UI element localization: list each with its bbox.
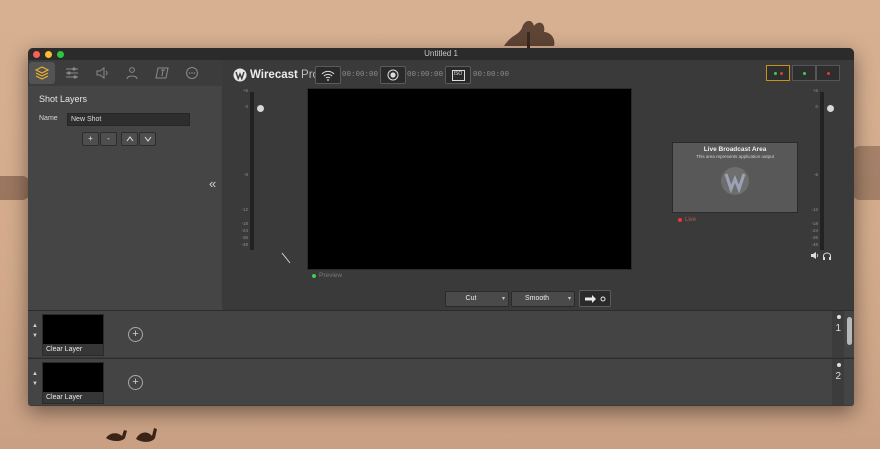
arrow-right-icon: [584, 294, 596, 303]
main-area: Wirecast Pro 00:00:00 00:00:00 ISO 00:00…: [222, 60, 854, 310]
transition-smooth-select[interactable]: Smooth ▾: [511, 291, 575, 307]
layer-shot-label: Clear Layer: [43, 392, 103, 403]
wirecast-logo-icon: [721, 167, 749, 195]
go-transition-button[interactable]: [579, 290, 611, 307]
live-broadcast-area[interactable]: Live Broadcast Area This area represents…: [672, 142, 798, 213]
ducks-silhouette: [106, 428, 157, 442]
view-dual-button[interactable]: [766, 65, 790, 81]
shoreline-right: [852, 146, 880, 200]
headphones-icon[interactable]: [822, 251, 832, 261]
more-icon: [186, 67, 198, 79]
iso-icon: ISO: [451, 69, 465, 81]
meter-track: [250, 92, 254, 250]
person-icon: [126, 67, 138, 80]
layer-row-2: ▲ ▼ Clear Layer + 2: [28, 358, 854, 405]
layer-shot-thumbnail[interactable]: Clear Layer: [42, 314, 104, 356]
layer-visibility-dot[interactable]: [837, 315, 841, 319]
stream-timer: 00:00:00: [342, 71, 379, 79]
record-button[interactable]: [380, 66, 406, 84]
iso-record-button[interactable]: ISO: [445, 66, 471, 84]
layer-visibility-dot[interactable]: [837, 363, 841, 367]
green-dot-icon: [802, 71, 806, 75]
name-label: Name: [39, 115, 58, 122]
wirecast-logo-icon: [233, 68, 247, 82]
tab-text[interactable]: [149, 62, 175, 84]
tab-audio[interactable]: [89, 62, 115, 84]
chevron-down-icon: [144, 136, 151, 142]
volume-knob[interactable]: [257, 105, 264, 112]
audio-meter-left: +6 0 -6 -12 -18 -24 -36 -48: [238, 88, 264, 256]
live-broadcast-title: Live Broadcast Area: [703, 146, 767, 153]
add-shot-to-layer-button[interactable]: +: [128, 375, 143, 390]
text-icon: [155, 67, 169, 79]
shot-name-input[interactable]: [67, 113, 190, 126]
panel-tabs: [28, 60, 222, 86]
meter-track: [820, 92, 824, 250]
layer-row-1: ▲ ▼ Clear Layer + 1: [28, 310, 854, 357]
tree-silhouette: [504, 20, 555, 50]
move-down-button[interactable]: [139, 132, 156, 146]
layer-reorder-arrows[interactable]: ▲ ▼: [31, 369, 39, 389]
sliders-icon: [66, 67, 78, 79]
preview-label: Preview: [312, 272, 342, 279]
app-name: Wirecast Pro: [250, 69, 319, 81]
tab-shot-layers[interactable]: [29, 62, 55, 84]
live-broadcast-subtitle: This area represents application output: [696, 154, 774, 159]
scrollbar-thumb[interactable]: [847, 317, 852, 345]
transition-cut-select[interactable]: Cut ▾: [445, 291, 509, 307]
speaker-icon[interactable]: [810, 251, 819, 260]
volume-knob[interactable]: [827, 105, 834, 112]
layer-shot-label: Clear Layer: [43, 344, 103, 355]
layer-number: 1: [835, 323, 841, 334]
live-label: Live: [678, 217, 696, 223]
layer-reorder-arrows[interactable]: ▲ ▼: [31, 321, 39, 341]
preview-monitor[interactable]: [307, 88, 632, 270]
red-dot-icon: [826, 71, 830, 75]
app-window: Untitled 1 Shot Layers Name New Shot + -…: [28, 48, 854, 406]
green-dot-icon: [773, 71, 777, 75]
red-dot-icon: [779, 71, 783, 75]
move-up-button[interactable]: [121, 132, 138, 146]
left-panel: Shot Layers Name + - «: [28, 60, 222, 310]
small-circle-icon: [600, 296, 605, 301]
broadcast-icon: [321, 70, 335, 81]
view-live-button[interactable]: [816, 65, 840, 81]
preview-indicator-icon: [312, 273, 316, 278]
meter-handle-icon[interactable]: [281, 252, 291, 264]
audio-meter-right: +6 0 -6 -12 -18 -24 -36 -48: [808, 88, 834, 256]
add-shot-to-layer-button[interactable]: +: [128, 327, 143, 342]
layer-shot-thumbnail[interactable]: Clear Layer: [42, 362, 104, 404]
view-preview-button[interactable]: [792, 65, 816, 81]
remove-shot-button[interactable]: -: [100, 132, 117, 146]
app-logo: Wirecast Pro: [233, 68, 319, 82]
tab-source[interactable]: [119, 62, 145, 84]
collapse-panel-button[interactable]: «: [209, 176, 216, 191]
tab-settings[interactable]: [59, 62, 85, 84]
speaker-icon: [96, 67, 108, 79]
chevron-down-icon: ▾: [501, 296, 505, 302]
layers-icon: [35, 66, 49, 80]
layer-number: 2: [835, 371, 841, 382]
tab-more[interactable]: [179, 62, 205, 84]
shot-layers-heading: Shot Layers: [39, 94, 88, 104]
record-timer: 00:00:00: [407, 71, 444, 79]
iso-timer: 00:00:00: [473, 71, 510, 79]
chevron-up-icon: [126, 136, 133, 142]
record-icon: [387, 69, 399, 81]
add-shot-button[interactable]: +: [82, 132, 99, 146]
chevron-down-icon: ▾: [567, 296, 571, 302]
shoreline-left: [0, 176, 30, 200]
live-indicator-icon: [678, 218, 682, 222]
window-title: Untitled 1: [424, 49, 458, 58]
stream-button[interactable]: [315, 66, 341, 84]
